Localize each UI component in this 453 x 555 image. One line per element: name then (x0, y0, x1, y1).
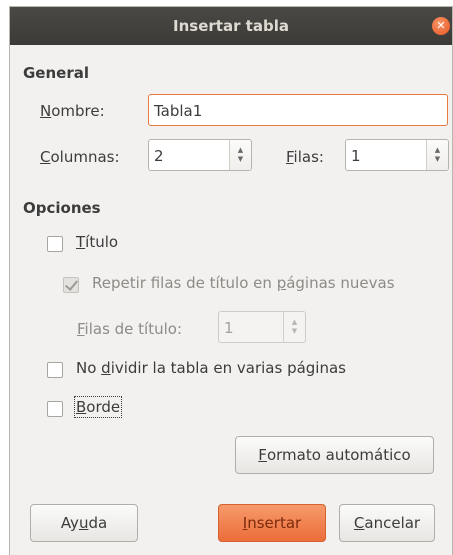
heading-rows-spinbox[interactable]: 1 ▲ ▼ (218, 311, 306, 343)
name-input[interactable]: Tabla1 (148, 94, 448, 126)
name-label: Nombre: (40, 102, 105, 120)
heading-rows-spin-arrows[interactable]: ▲ ▼ (283, 312, 305, 342)
autoformat-button[interactable]: Formato automático (235, 436, 434, 474)
name-value: Tabla1 (154, 102, 203, 120)
spin-down-icon[interactable]: ▼ (435, 155, 440, 164)
heading-rows-value: 1 (224, 319, 234, 337)
heading-checkbox[interactable] (47, 236, 63, 252)
heading-checkbox-label[interactable]: Título (76, 233, 118, 251)
columns-spinbox[interactable]: 2 ▲ ▼ (148, 139, 252, 171)
rows-value: 1 (351, 147, 361, 165)
columns-value: 2 (154, 147, 164, 165)
close-icon[interactable]: ✕ (432, 17, 450, 35)
cancel-button[interactable]: Cancelar (339, 504, 435, 542)
rows-spinbox[interactable]: 1 ▲ ▼ (345, 139, 449, 171)
heading-rows-label: Filas de título: (77, 320, 183, 338)
dont-split-label[interactable]: No dividir la tabla en varias páginas (76, 359, 346, 377)
spin-up-icon[interactable]: ▲ (292, 318, 297, 327)
spin-down-icon[interactable]: ▼ (238, 155, 243, 164)
columns-spin-arrows[interactable]: ▲ ▼ (229, 140, 251, 170)
columns-label: Columnas: (40, 148, 120, 166)
border-label[interactable]: Borde (73, 396, 123, 418)
spin-up-icon[interactable]: ▲ (435, 146, 440, 155)
rows-spin-arrows[interactable]: ▲ ▼ (426, 140, 448, 170)
spin-up-icon[interactable]: ▲ (238, 146, 243, 155)
title-bar[interactable]: Insertar tabla ✕ (10, 7, 452, 45)
spin-down-icon[interactable]: ▼ (292, 327, 297, 336)
dont-split-checkbox[interactable] (47, 362, 63, 378)
repeat-heading-checkbox[interactable] (63, 277, 79, 293)
dialog-title: Insertar tabla (173, 17, 289, 35)
rows-label: Filas: (286, 148, 324, 166)
general-heading: General (23, 64, 89, 82)
options-heading: Opciones (23, 199, 101, 217)
border-checkbox[interactable] (47, 401, 63, 417)
insert-button[interactable]: Insertar (218, 504, 326, 542)
insert-table-dialog: Insertar tabla ✕ General Nombre: Tabla1 … (9, 6, 453, 555)
repeat-heading-label[interactable]: Repetir filas de título en páginas nueva… (92, 274, 395, 292)
help-button[interactable]: Ay u da (30, 504, 138, 542)
